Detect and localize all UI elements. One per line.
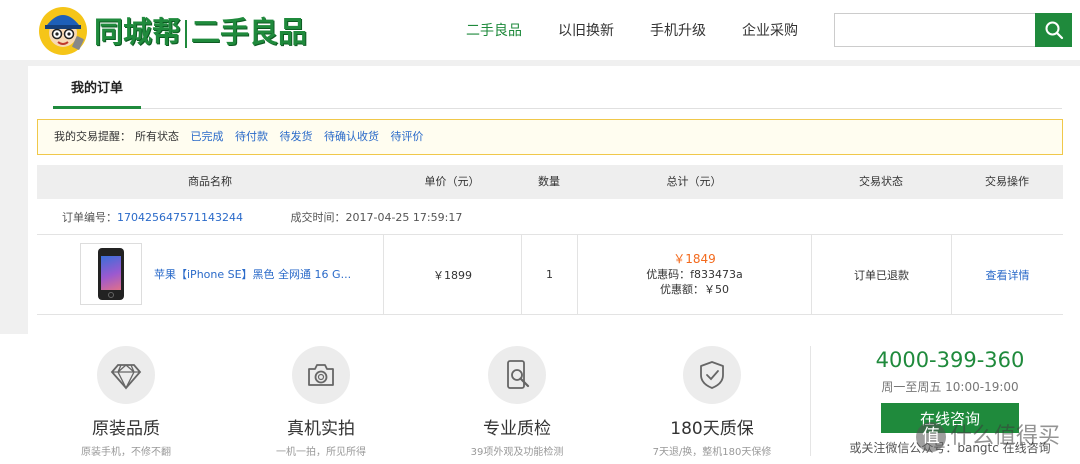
- site-logo[interactable]: 同城帮 二手良品: [36, 2, 307, 58]
- orders-table-header: 商品名称 单价（元） 数量 总计（元） 交易状态 交易操作: [37, 165, 1063, 199]
- unit-price: ￥1899: [433, 268, 472, 282]
- quantity-cell: 1: [521, 235, 577, 314]
- logo-text-left: 同城帮: [94, 15, 182, 49]
- nav-item-trade-in[interactable]: 以旧换新: [558, 20, 614, 40]
- iphone-icon: [98, 248, 124, 300]
- order-number[interactable]: 170425647571143244: [117, 211, 243, 224]
- nav-item-upgrade[interactable]: 手机升级: [650, 20, 706, 40]
- feature-real-photos: 真机实拍 一机一拍，所见所得: [241, 346, 401, 458]
- watermark-badge: 值: [916, 422, 946, 452]
- total-cell: ￥1849 优惠码：f833473a 优惠额：￥50: [577, 235, 811, 314]
- feature-icon-circle: [292, 346, 350, 404]
- status-cell: 订单已退款: [811, 235, 951, 314]
- trade-reminder-bar: 我的交易提醒： 所有状态 已完成 待付款 待发货 待确认收货 待评价: [37, 119, 1063, 155]
- filter-pending-shipment[interactable]: 待发货: [280, 130, 313, 143]
- action-cell: 查看详情: [951, 235, 1063, 314]
- logo-text: 同城帮 二手良品: [94, 9, 307, 51]
- tab-bar: 我的订单: [53, 66, 1062, 109]
- feature-title: 专业质检: [483, 419, 551, 439]
- search-button[interactable]: [1035, 13, 1072, 47]
- orders-panel: 我的订单 我的交易提醒： 所有状态 已完成 待付款 待发货 待确认收货 待评价 商…: [28, 66, 1080, 334]
- order-number-label: 订单编号：: [62, 211, 117, 224]
- column-header-product: 商品名称: [188, 175, 232, 188]
- watermark-text: 什么值得买: [950, 424, 1061, 449]
- search-icon: [1045, 21, 1063, 40]
- logo-separator: [185, 20, 188, 48]
- coupon-code: 优惠码：f833473a: [646, 268, 743, 281]
- feature-icon-circle: [488, 346, 546, 404]
- tab-my-orders[interactable]: 我的订单: [53, 66, 141, 109]
- table-row: 苹果【iPhone SE】黑色 全网通 16 G... ￥1899 1 ￥184…: [37, 234, 1063, 315]
- order-time: 2017-04-25 17:59:17: [345, 211, 463, 224]
- main-nav: 二手良品 以旧换新 手机升级 企业采购: [448, 0, 816, 60]
- feature-original-quality: 原装品质 原装手机，不修不翻: [46, 346, 206, 458]
- feature-professional-inspection: 专业质检 39项外观及功能检测: [437, 346, 597, 458]
- view-details-link[interactable]: 查看详情: [986, 267, 1030, 283]
- filter-all-status[interactable]: 所有状态: [135, 130, 179, 143]
- phone-inspect-icon: [507, 360, 530, 389]
- filter-completed[interactable]: 已完成: [191, 130, 224, 143]
- feature-title: 180天质保: [670, 419, 754, 439]
- nav-item-used-phones[interactable]: 二手良品: [466, 20, 522, 40]
- filter-pending-payment[interactable]: 待付款: [235, 130, 268, 143]
- feature-title: 真机实拍: [287, 419, 355, 439]
- camera-icon: [308, 364, 334, 386]
- reminder-prefix: 我的交易提醒：: [54, 130, 131, 143]
- order-status: 订单已退款: [854, 268, 909, 282]
- filter-pending-receipt[interactable]: 待确认收货: [324, 130, 379, 143]
- footer-divider: [810, 346, 811, 456]
- feature-title: 原装品质: [92, 419, 160, 439]
- total-price: ￥1849: [673, 252, 716, 266]
- unit-price-cell: ￥1899: [383, 235, 521, 314]
- product-name-link[interactable]: 苹果【iPhone SE】黑色 全网通 16 G...: [154, 235, 351, 314]
- nav-item-enterprise[interactable]: 企业采购: [742, 20, 798, 40]
- coupon-amount: 优惠额：￥50: [660, 283, 729, 296]
- order-meta: 订单编号：170425647571143244 成交时间：2017-04-25 …: [37, 203, 1063, 233]
- filter-pending-review[interactable]: 待评价: [391, 130, 424, 143]
- search-input[interactable]: [834, 13, 1036, 47]
- watermark: 值什么值得买: [916, 418, 1060, 452]
- shield-check-icon: [700, 361, 724, 389]
- mascot-logo-icon: [36, 3, 90, 57]
- feature-subtitle: 原装手机，不修不翻: [81, 447, 171, 458]
- column-header-unit-price: 单价（元）: [424, 175, 480, 188]
- feature-subtitle: 39项外观及功能检测: [470, 447, 564, 458]
- site-header: 同城帮 二手良品 二手良品 以旧换新 手机升级 企业采购: [0, 0, 1080, 60]
- order-time-label: 成交时间：: [290, 211, 346, 224]
- quantity: 1: [546, 268, 553, 281]
- feature-icon-circle: [97, 346, 155, 404]
- column-header-total: 总计（元）: [666, 175, 722, 188]
- feature-subtitle: 一机一拍，所见所得: [276, 447, 366, 458]
- logo-text-right: 二手良品: [191, 15, 308, 49]
- diamond-icon: [110, 364, 142, 390]
- service-hours: 周一至周五 10:00-19:00: [881, 380, 1019, 394]
- column-header-quantity: 数量: [538, 175, 560, 188]
- feature-subtitle: 7天退/换，整机180天保修: [652, 447, 772, 458]
- hotline-number: 4000-399-360: [875, 348, 1025, 372]
- column-header-status: 交易状态: [859, 175, 903, 188]
- feature-icon-circle: [683, 346, 741, 404]
- product-image[interactable]: [80, 243, 142, 305]
- feature-warranty: 180天质保 7天退/换，整机180天保修: [632, 346, 792, 458]
- column-header-action: 交易操作: [985, 175, 1029, 188]
